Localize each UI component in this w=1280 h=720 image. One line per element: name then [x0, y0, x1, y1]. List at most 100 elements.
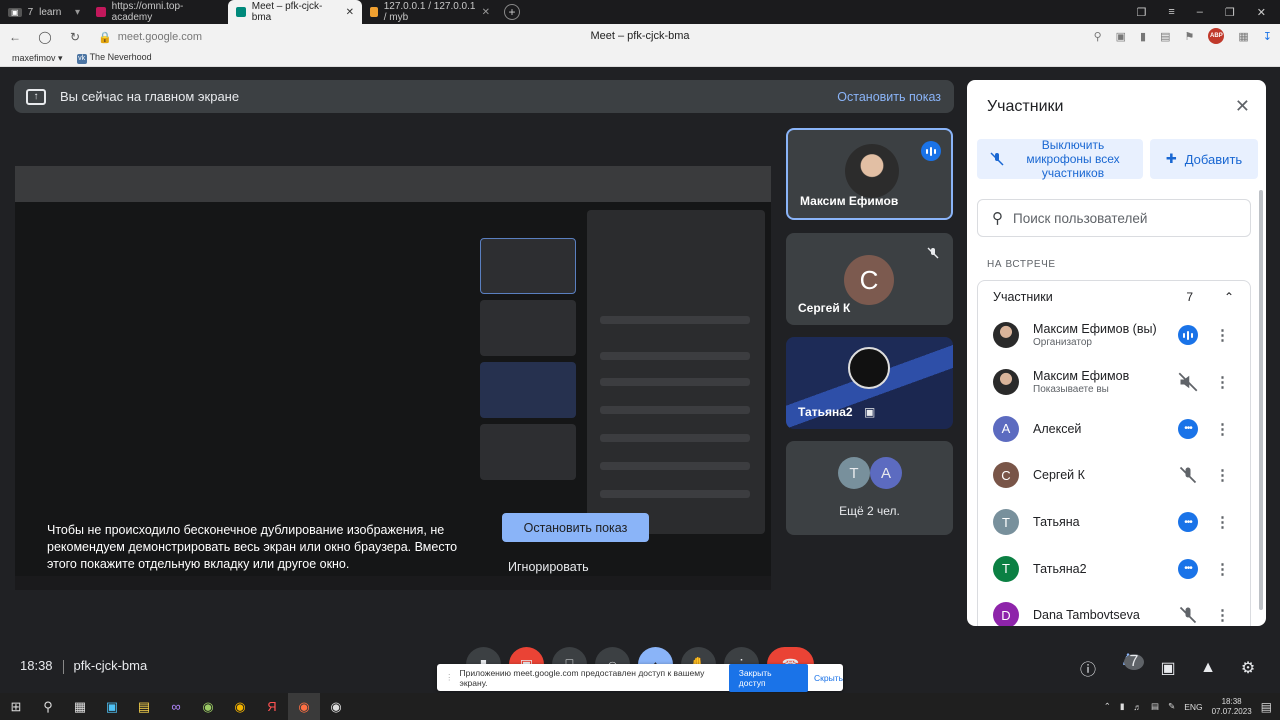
tab-learn[interactable]: ▣ 7 learn ▾	[0, 0, 88, 24]
host-controls-icon[interactable]: ⚙	[1238, 658, 1258, 678]
bookmark-profile[interactable]: maxefimov ▾	[12, 53, 63, 64]
more-vert-icon[interactable]: ⋮	[1215, 560, 1230, 578]
app-icon[interactable]: ◉	[192, 693, 224, 720]
clock[interactable]: 18:38 07.07.2023	[1212, 697, 1252, 717]
url-field[interactable]: 🔒 meet.google.com	[98, 31, 202, 44]
more-vert-icon[interactable]: ⋮	[1215, 326, 1230, 344]
tile-maksim[interactable]: Максим Ефимов	[786, 128, 953, 220]
store-icon[interactable]: ▣	[96, 693, 128, 720]
explorer-icon[interactable]: ▤	[128, 693, 160, 720]
search-icon[interactable]: ⚲	[32, 693, 64, 720]
list-item[interactable]: Т Татьяна2 ••• ⋮	[978, 545, 1250, 592]
panel-scrollbar[interactable]	[1259, 190, 1263, 610]
shield-icon[interactable]: ◯	[30, 30, 60, 44]
chat-icon[interactable]: ▣	[1158, 658, 1178, 678]
screen-share-indicator-icon[interactable]: ▤	[1160, 30, 1170, 43]
yandex-browser-icon[interactable]: ◉	[288, 693, 320, 720]
list-item[interactable]: Т Татьяна ••• ⋮	[978, 499, 1250, 546]
speaking-indicator-icon	[921, 141, 941, 161]
new-tab-icon[interactable]: +	[504, 4, 520, 20]
duplication-warning: Чтобы не происходило бесконечное дублиро…	[47, 523, 458, 571]
search-input[interactable]: ⚲ Поиск пользователей	[977, 199, 1251, 237]
list-item[interactable]: А Алексей ••• ⋮	[978, 405, 1250, 452]
yandex-icon[interactable]: Я	[256, 693, 288, 720]
drag-handle-icon[interactable]: ⋮	[445, 672, 454, 683]
close-icon[interactable]: ✕	[1235, 96, 1250, 117]
chrome-icon[interactable]: ◉	[224, 693, 256, 720]
volume-off-icon[interactable]	[1178, 372, 1198, 392]
notifications-icon[interactable]: ▤	[1261, 700, 1272, 714]
tile-name: Ещё 2 чел.	[839, 504, 900, 518]
list-item[interactable]: Максим Ефимов (вы) Организатор ⋮	[978, 312, 1250, 359]
mic-off-icon[interactable]	[1178, 465, 1198, 485]
start-icon[interactable]: ⊞	[0, 693, 32, 720]
visual-studio-icon[interactable]: ∞	[160, 693, 192, 720]
chevron-up-icon[interactable]: ⌃	[1224, 290, 1234, 304]
task-view-icon[interactable]: ▦	[64, 693, 96, 720]
mute-all-button[interactable]: Выключить микрофоны всех участников	[977, 138, 1143, 180]
participants-group-header[interactable]: Участники 7 ⌃	[977, 280, 1251, 312]
network-icon[interactable]: ▤	[1151, 701, 1159, 712]
tab-close-icon[interactable]: ✕	[482, 7, 490, 18]
tab-omni[interactable]: https://omni.top-academy	[88, 0, 228, 24]
more-vert-icon[interactable]: ⋮	[1215, 606, 1230, 624]
pen-icon[interactable]: ✎	[1168, 701, 1175, 712]
presenting-banner: ↑ Вы сейчас на главном экране Остановить…	[14, 80, 954, 113]
address-bar-actions: ⚲ ▣ ▮ ▤ ⚑ ABP ▦ ↧	[1094, 28, 1272, 44]
more-vert-icon[interactable]: ⋮	[1215, 513, 1230, 531]
reload-icon[interactable]: ↻	[60, 30, 90, 44]
activities-icon[interactable]: ▲	[1198, 659, 1218, 677]
more-vert-icon[interactable]: ⋮	[1215, 466, 1230, 484]
bookmark-neverhood[interactable]: vk The Neverhood	[76, 52, 152, 64]
mic-icon[interactable]: ▮	[1140, 30, 1146, 43]
preview-tile	[480, 424, 576, 480]
key-icon[interactable]: ⚲	[1094, 30, 1102, 43]
volume-icon[interactable]: ♬	[1134, 702, 1143, 712]
group-label: Участники	[993, 289, 1053, 304]
menu-icon[interactable]: ≡	[1168, 6, 1174, 18]
url-text: meet.google.com	[117, 31, 203, 43]
omni-favicon-icon	[96, 7, 106, 17]
language-indicator[interactable]: ENG	[1184, 702, 1202, 712]
tile-name: Татьяна2	[798, 405, 853, 419]
adblock-icon[interactable]: ABP	[1208, 28, 1225, 44]
list-item[interactable]: С Сергей К ⋮	[978, 452, 1250, 499]
list-item[interactable]: Максим Ефимов Показываете вы ⋮	[978, 359, 1250, 406]
mic-off-icon[interactable]	[1178, 605, 1198, 625]
info-icon[interactable]: ⓘ	[1078, 656, 1098, 680]
extensions-icon[interactable]: ▦	[1238, 30, 1248, 43]
tab-phpmyadmin[interactable]: 127.0.0.1 / 127.0.0.1 / myb ✕	[362, 0, 498, 24]
maximize-icon[interactable]: ❐	[1225, 6, 1235, 19]
download-icon[interactable]: ↧	[1263, 30, 1272, 43]
add-people-button[interactable]: ✚ Добавить	[1150, 139, 1258, 179]
tile-more[interactable]: Т А Ещё 2 чел.	[786, 441, 953, 535]
back-icon[interactable]: ←	[0, 30, 30, 44]
more-vert-icon[interactable]: ⋮	[1215, 373, 1230, 391]
list-item[interactable]: D Dana Tambovtseva ⋮	[978, 592, 1250, 626]
bookmark-icon[interactable]: ⚑	[1185, 30, 1195, 43]
people-panel: Участники ✕ Выключить микрофоны всех уча…	[967, 80, 1266, 626]
preview-tile	[480, 362, 576, 418]
tab-close-icon[interactable]: ✕	[346, 7, 354, 18]
minimize-icon[interactable]: –	[1197, 6, 1203, 18]
chevron-up-icon[interactable]: ⌃	[1104, 701, 1111, 712]
people-icon[interactable]: ♟7	[1118, 650, 1144, 686]
tab-meet[interactable]: Meet – pfk-cjck-bma ✕	[228, 0, 362, 24]
tab-dropdown-icon[interactable]: ▾	[75, 7, 80, 18]
tile-tatiana2[interactable]: Татьяна2 ▣	[786, 337, 953, 429]
preview-people-panel	[587, 210, 765, 534]
banner-stop-link[interactable]: Остановить показ	[837, 90, 941, 104]
tab-search-icon[interactable]: ❐	[1136, 6, 1146, 19]
obs-icon[interactable]: ◉	[320, 693, 352, 720]
mic-tray-icon[interactable]: ▮	[1120, 701, 1125, 712]
address-bar: ← ◯ ↻ 🔒 meet.google.com Meet – pfk-cjck-…	[0, 24, 1280, 50]
window-close-icon[interactable]: ✕	[1257, 6, 1266, 19]
tile-sergey[interactable]: С Сергей К	[786, 233, 953, 325]
ignore-button[interactable]: Игнорировать	[508, 560, 589, 574]
bookmarks-bar: maxefimov ▾ vk The Neverhood	[0, 50, 1280, 67]
more-vert-icon[interactable]: ⋮	[1215, 420, 1230, 438]
camera-icon[interactable]: ▣	[1116, 30, 1126, 43]
hide-link[interactable]: Скрыть	[814, 673, 843, 683]
stop-presenting-button[interactable]: Остановить показ	[502, 513, 649, 542]
stop-access-button[interactable]: Закрыть доступ	[728, 663, 808, 692]
